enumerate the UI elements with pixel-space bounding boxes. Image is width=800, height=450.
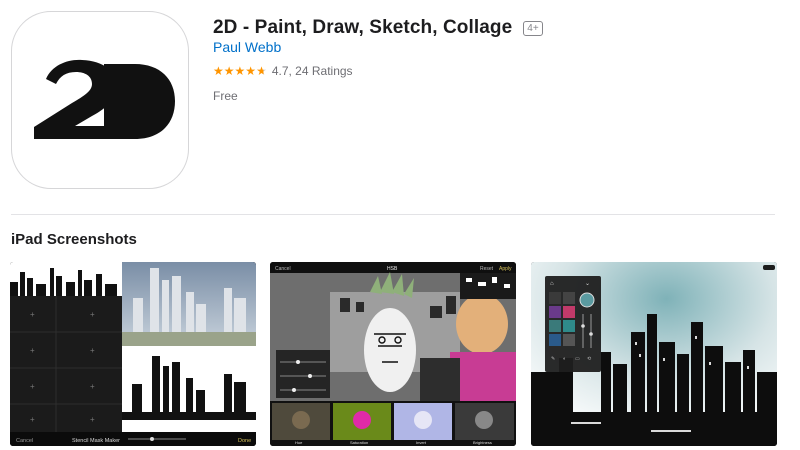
star-icon: ★ [213,64,224,78]
screenshot-1[interactable]: + + + + + + + + Cancel Stencil Mask Make… [10,262,256,446]
svg-text:+: + [90,382,95,391]
star-icon: ★ [245,64,257,78]
shot1-title-label: Stencil Mask Maker [72,438,120,444]
svg-text:+: + [90,310,95,319]
shot2-thumb-invert: Invert [416,440,427,445]
star-icon: ★ [223,64,235,78]
shot2-thumb-brightness: Brightness [473,440,492,445]
shot2-thumb-hue: Hue [295,440,303,445]
app-title: 2D - Paint, Draw, Sketch, Collage [213,17,513,38]
shot2-reset-label: Reset [480,266,494,272]
screenshot-3-graphic: ⌂ ⌄ ✎ ◐ ▭ ⟲ [531,262,777,446]
shot2-cancel-label: Cancel [275,266,291,272]
screenshot-2-graphic: Cancel HSB Reset Apply Hue Saturation In… [270,262,516,446]
app-icon-graphic [34,59,175,139]
svg-text:▭: ▭ [575,356,580,362]
svg-text:+: + [30,415,35,424]
rating-text: 4.7, 24 Ratings [271,64,353,78]
shot2-hsb-label: HSB [387,266,398,272]
svg-text:+: + [90,415,95,424]
title-row: 2D - Paint, Draw, Sketch, Collage 4+ [213,17,543,39]
svg-text:+: + [30,346,35,355]
developer-link[interactable]: Paul Webb [213,39,281,55]
svg-text:⌄: ⌄ [585,281,590,287]
svg-text:+: + [90,346,95,355]
svg-text:✎: ✎ [551,356,555,362]
rating-row: ★ ★ ★ ★ ★ 4.7, 24 Ratings [213,64,353,78]
svg-text:+: + [30,382,35,391]
shot2-thumb-saturation: Saturation [350,440,368,445]
section-divider [11,214,775,215]
price-label: Free [213,89,238,103]
screenshot-3[interactable]: ⌂ ⌄ ✎ ◐ ▭ ⟲ [531,262,777,446]
screenshot-2[interactable]: Cancel HSB Reset Apply Hue Saturation In… [270,262,516,446]
svg-text:◐: ◐ [563,356,566,362]
app-icon [11,11,189,189]
star-icon: ★ [234,64,246,78]
shot2-apply-label: Apply [499,266,512,272]
shot1-cancel-label: Cancel [16,438,33,444]
svg-text:⌂: ⌂ [550,281,554,287]
screenshot-1-graphic: + + + + + + + + Cancel Stencil Mask Make… [10,262,256,446]
screenshots-section-title: iPad Screenshots [11,231,137,248]
rating-stars: ★ ★ ★ ★ ★ [213,64,267,78]
shot1-done-label: Done [238,438,251,444]
svg-text:+: + [30,310,35,319]
star-half-icon: ★ [256,64,267,78]
age-rating-badge: 4+ [523,20,543,36]
